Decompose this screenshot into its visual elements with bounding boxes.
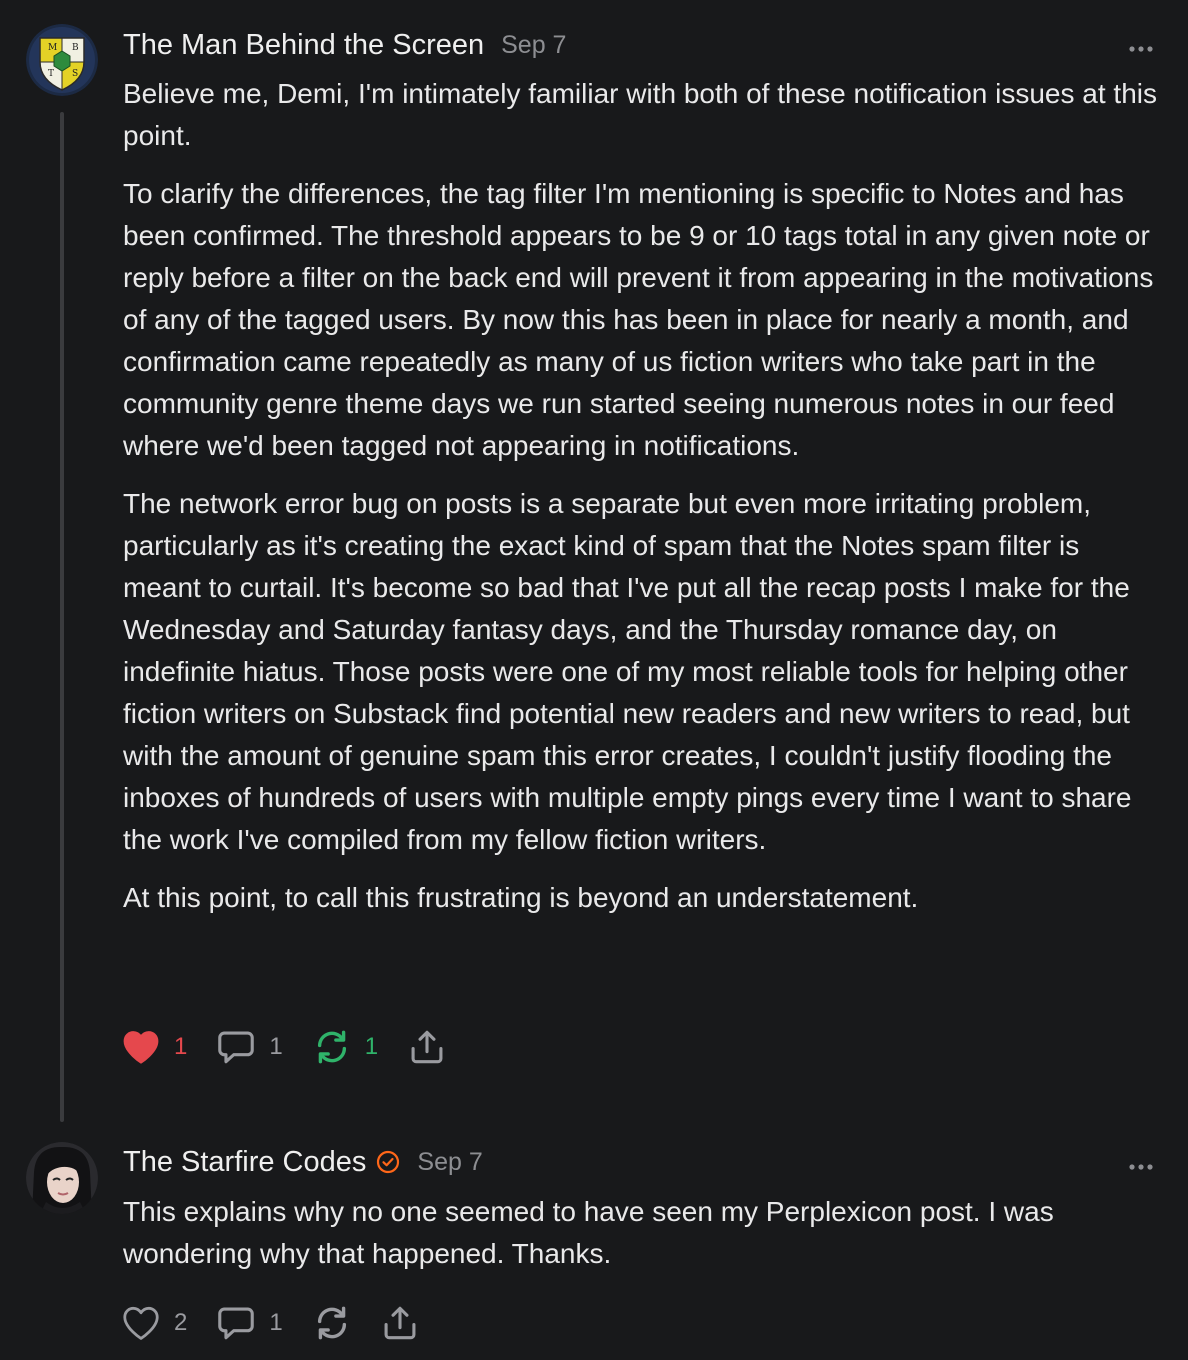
restack-button[interactable]: 1 — [313, 1030, 378, 1064]
more-dots-icon — [1129, 46, 1153, 52]
like-count: 2 — [174, 1309, 188, 1336]
reply-count: 1 — [269, 1033, 283, 1060]
share-icon — [384, 1306, 416, 1340]
verified-badge-icon — [376, 1150, 400, 1174]
like-count: 1 — [174, 1033, 188, 1060]
comment-paragraph: To clarify the differences, the tag filt… — [123, 178, 1154, 461]
reply-count: 1 — [269, 1309, 283, 1336]
comment-header: The Man Behind the Screen Sep 7 — [123, 26, 566, 64]
like-button[interactable]: 2 — [122, 1306, 187, 1340]
share-icon — [411, 1030, 443, 1064]
svg-text:S: S — [72, 69, 78, 79]
restack-icon — [317, 1030, 346, 1064]
reply-button[interactable]: 1 — [217, 1030, 283, 1064]
share-button[interactable] — [381, 1306, 419, 1340]
comment-header: The Starfire Codes Sep 7 — [123, 1143, 483, 1181]
avatar-photo-image — [26, 1142, 98, 1214]
like-button[interactable]: 1 — [122, 1030, 187, 1064]
comment-paragraph: This explains why no one seemed to have … — [123, 1196, 1054, 1269]
svg-text:T: T — [48, 69, 54, 79]
more-dots-icon — [1129, 1164, 1153, 1170]
svg-text:M: M — [48, 43, 57, 53]
comment-body: Believe me, Demi, I'm intimately familia… — [123, 73, 1163, 935]
heart-icon — [123, 1031, 159, 1064]
svg-text:B: B — [72, 43, 79, 53]
post-date[interactable]: Sep 7 — [501, 31, 566, 60]
avatar[interactable] — [26, 1142, 98, 1214]
author-name[interactable]: The Starfire Codes — [123, 1146, 366, 1179]
comment-body: This explains why no one seemed to have … — [123, 1191, 1163, 1291]
thread-line — [60, 112, 64, 1122]
comment-actions: 1 1 1 — [122, 1027, 476, 1067]
more-options-button[interactable] — [1126, 40, 1158, 52]
restack-count: 1 — [364, 1033, 379, 1060]
comment-paragraph: Believe me, Demi, I'm intimately familia… — [123, 78, 1157, 151]
author-name[interactable]: The Man Behind the Screen — [123, 29, 484, 62]
share-button[interactable] — [408, 1030, 446, 1064]
post-date[interactable]: Sep 7 — [417, 1148, 482, 1177]
comment-actions: 2 1 — [122, 1303, 449, 1343]
heart-icon — [123, 1306, 159, 1340]
reply-button[interactable]: 1 — [217, 1306, 283, 1340]
avatar-crest-image: M B T S — [26, 24, 98, 96]
comment-bubble-icon — [218, 1307, 255, 1340]
avatar[interactable]: M B T S — [26, 24, 98, 96]
restack-button[interactable] — [313, 1306, 351, 1340]
comment-paragraph: At this point, to call this frustrating … — [123, 882, 919, 913]
more-options-button[interactable] — [1126, 1158, 1158, 1170]
comment-paragraph: The network error bug on posts is a sepa… — [123, 488, 1132, 855]
comment-bubble-icon — [218, 1031, 255, 1064]
restack-icon — [317, 1306, 346, 1340]
